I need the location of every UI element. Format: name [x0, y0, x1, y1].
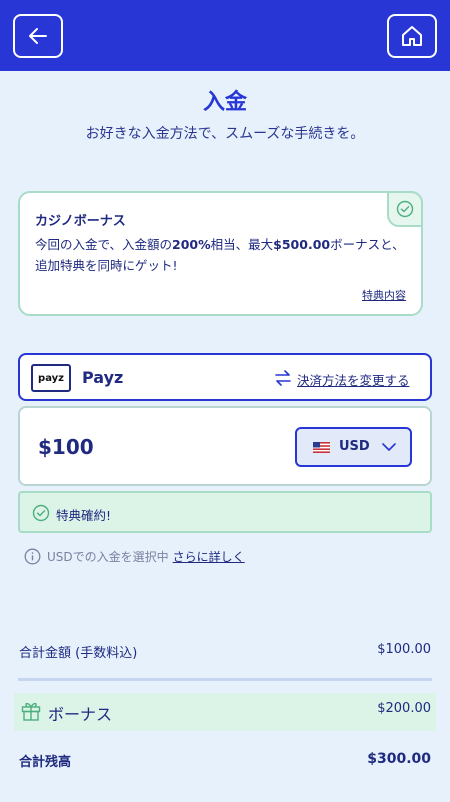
arrow-left-icon — [29, 28, 47, 44]
payment-method-row[interactable]: payz Payz 決済方法を変更する — [18, 353, 432, 401]
info-text: USDでの入金を選択中 — [47, 549, 169, 564]
change-payment-link[interactable]: 決済方法を変更する — [297, 370, 410, 389]
currency-label: USD — [339, 439, 370, 454]
summary-divider — [18, 678, 432, 681]
total-balance-label: 合計残高 — [19, 755, 72, 770]
home-icon — [402, 26, 422, 46]
bonus-selected-badge — [387, 191, 423, 227]
payz-logo: payz — [31, 364, 71, 392]
info-circle-icon — [24, 548, 41, 564]
swap-arrows-icon — [275, 370, 291, 386]
total-amount-label: 合計金額 (手数料込) — [19, 646, 138, 661]
amount-value[interactable]: $100 — [38, 435, 94, 459]
casino-bonus-card[interactable]: カジノボーナス 今回の入金で、入金額の200%相当、最大$500.00ボーナスと… — [18, 191, 423, 316]
total-balance-value: $300.00 — [367, 751, 431, 767]
page-title: 入金 — [202, 90, 247, 115]
gift-icon — [21, 702, 41, 721]
bonus-value: $200.00 — [377, 701, 431, 716]
learn-more-link[interactable]: さらに詳しく — [173, 548, 245, 565]
bonus-description: 今回の入金で、入金額の200%相当、最大$500.00ボーナスと、追加特典を同時… — [35, 237, 405, 273]
check-circle-icon — [396, 200, 414, 218]
bonus-title: カジノボーナス — [35, 214, 126, 229]
us-flag-icon — [313, 442, 330, 453]
home-button[interactable] — [387, 14, 437, 58]
bonus-label: ボーナス — [48, 705, 113, 724]
check-circle-icon — [32, 504, 50, 522]
amount-input-row[interactable]: $100 USD — [18, 406, 432, 486]
total-amount-value: $100.00 — [377, 642, 431, 657]
back-button[interactable] — [13, 14, 63, 58]
top-bar — [0, 0, 450, 71]
bonus-confirmed-banner: 特典確約! — [18, 491, 432, 533]
page-subtitle: お好きな入金方法で、スムーズな手続きを。 — [85, 126, 365, 142]
currency-info-row: USDでの入金を選択中 さらに詳しく — [24, 546, 245, 566]
bonus-summary-row: ボーナス $200.00 — [14, 693, 436, 731]
confirm-text: 特典確約! — [56, 508, 112, 523]
chevron-down-icon — [382, 443, 396, 451]
bonus-details-link[interactable]: 特典内容 — [362, 287, 406, 303]
payment-method-name: Payz — [82, 368, 124, 387]
currency-select[interactable]: USD — [295, 427, 412, 467]
